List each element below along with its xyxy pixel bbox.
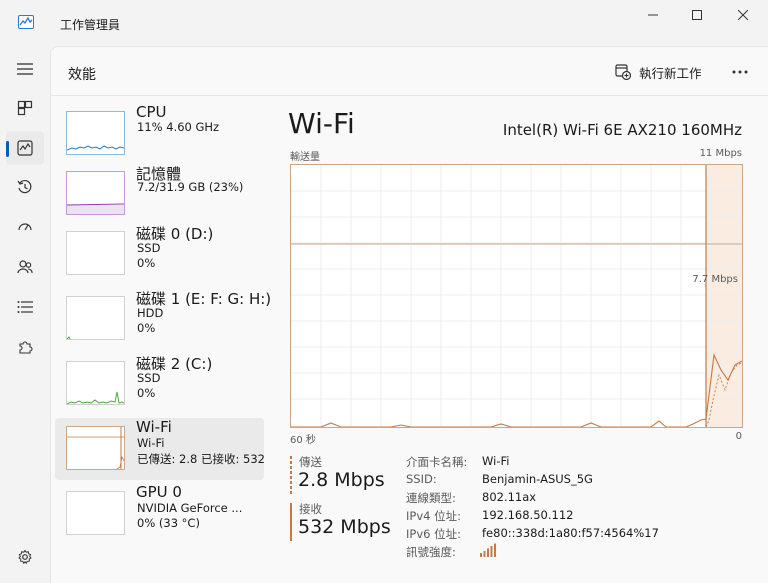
services-puzzle-icon: [19, 341, 33, 354]
active-indicator: [6, 141, 9, 157]
users-icon: [17, 260, 33, 274]
throughput-chart: 7.7 Mbps: [290, 164, 743, 428]
prop-value-ssid: Benjamin-ASUS_5G: [482, 472, 593, 486]
prop-value-connection-type: 802.11ax: [482, 490, 537, 504]
prop-label-connection-type: 連線類型:: [406, 491, 456, 505]
main-content: 效能 執行新工作 CPU 11% 4.60 GHz 記憶體 7.2/31.9 G…: [50, 46, 768, 583]
send-line: [291, 353, 743, 428]
resource-item-cpu[interactable]: CPU 11% 4.60 GHz: [55, 103, 264, 165]
maximize-button[interactable]: [674, 0, 720, 30]
prop-value-ipv4: 192.168.50.112: [482, 508, 574, 522]
close-icon: [738, 10, 748, 20]
close-button[interactable]: [720, 0, 766, 30]
title-bar: 工作管理員: [0, 0, 768, 46]
more-options-button[interactable]: [727, 59, 753, 85]
gear-icon: [18, 549, 32, 565]
minimize-button[interactable]: [630, 0, 676, 30]
nav-processes-button[interactable]: [6, 91, 44, 125]
prop-label-ipv4: IPv4 位址:: [406, 509, 461, 523]
hamburger-menu-button[interactable]: [6, 52, 44, 86]
memory-thumbnail-graph: [66, 171, 125, 215]
resource-item-disk-2[interactable]: 磁碟 2 (C:) SSD 0%: [55, 353, 264, 415]
hamburger-icon: [17, 63, 33, 75]
resource-item-gpu-0[interactable]: GPU 0 NVIDIA GeForce ... 0% (33 °C): [55, 483, 264, 545]
nav-app-history-button[interactable]: [6, 170, 44, 204]
run-task-icon: [615, 64, 631, 80]
resource-usage: 已傳送: 2.8 已接收: 532: [137, 452, 265, 466]
prop-value-ipv6: fe80::338d:1a80:f57:4564%17: [482, 526, 659, 540]
signal-strength-icon: [480, 543, 496, 557]
details-list-icon: [17, 301, 33, 313]
more-icon: [732, 70, 748, 74]
resource-item-wifi[interactable]: Wi-Fi Wi-Fi 已傳送: 2.8 已接收: 532: [55, 418, 265, 480]
prop-value-adapter-name: Wi-Fi: [482, 454, 510, 468]
resource-item-disk-0[interactable]: 磁碟 0 (D:) SSD 0%: [55, 223, 264, 285]
resource-item-memory[interactable]: 記憶體 7.2/31.9 GB (23%): [55, 163, 264, 225]
resource-type: HDD: [137, 306, 164, 320]
run-new-task-button[interactable]: 執行新工作: [615, 59, 702, 85]
resource-usage: 11% 4.60 GHz: [137, 120, 220, 134]
nav-services-button[interactable]: [6, 330, 44, 364]
throughput-chart-svg: [291, 165, 743, 428]
max-throughput-label: 11 Mbps: [699, 148, 742, 159]
resource-usage: 0%: [137, 321, 156, 335]
task-manager-app-icon: [18, 15, 34, 29]
prop-label-ipv6: IPv6 位址:: [406, 527, 461, 541]
disk-2-thumbnail-graph: [66, 361, 125, 405]
throughput-label: 輸送量: [290, 152, 320, 163]
minimize-icon: [648, 14, 658, 16]
header-divider: [51, 95, 768, 96]
axis-zero-label: 0: [735, 431, 742, 442]
send-value: 2.8 Mbps: [298, 469, 385, 491]
page-title: 效能: [68, 67, 96, 83]
resource-usage: 7.2/31.9 GB (23%): [137, 180, 244, 194]
disk-1-thumbnail-graph: [66, 296, 125, 340]
resource-name: CPU: [136, 103, 167, 121]
processes-icon: [17, 100, 33, 116]
resource-usage: 0% (33 °C): [137, 516, 200, 530]
prop-label-ssid: SSID:: [406, 472, 437, 486]
performance-icon: [17, 140, 33, 156]
receive-legend-bar: [290, 503, 292, 541]
detail-title: Wi-Fi: [288, 107, 355, 140]
window-title: 工作管理員: [60, 18, 121, 32]
time-span-label: 60 秒: [290, 435, 316, 446]
resource-type: SSD: [137, 241, 161, 255]
maximize-icon: [692, 10, 702, 20]
disk-0-thumbnail-graph: [66, 231, 125, 275]
nav-performance-button[interactable]: [6, 131, 44, 165]
adapter-name: Intel(R) Wi-Fi 6E AX210 160MHz: [502, 121, 742, 139]
navigation-rail: [0, 46, 50, 583]
resource-type: Wi-Fi: [137, 436, 165, 450]
prop-label-adapter-name: 介面卡名稱:: [406, 455, 468, 469]
run-task-label: 執行新工作: [639, 65, 702, 81]
resource-type: SSD: [137, 371, 161, 385]
receive-value: 532 Mbps: [298, 516, 391, 538]
history-icon: [17, 179, 32, 194]
startup-gauge-icon: [18, 223, 32, 231]
nav-users-button[interactable]: [6, 250, 44, 284]
receive-label: 接收: [299, 502, 322, 516]
wifi-thumbnail-graph: [66, 426, 125, 470]
resource-usage: 0%: [137, 386, 156, 400]
settings-button[interactable]: [6, 540, 44, 574]
prop-label-signal-strength: 訊號強度:: [406, 545, 456, 559]
send-legend-bar: [290, 456, 292, 494]
nav-details-button[interactable]: [6, 290, 44, 324]
mid-throughput-label: 7.7 Mbps: [692, 274, 738, 285]
resource-item-disk-1[interactable]: 磁碟 1 (E: F: G: H:) HDD 0%: [55, 288, 271, 350]
send-label: 傳送: [299, 455, 322, 469]
cpu-thumbnail-graph: [66, 111, 125, 155]
resource-type: NVIDIA GeForce ...: [137, 501, 243, 515]
nav-startup-apps-button[interactable]: [6, 210, 44, 244]
resource-name: Wi-Fi: [136, 418, 172, 436]
chart-grid: [291, 165, 742, 427]
resource-usage: 0%: [137, 256, 156, 270]
gpu-0-thumbnail-graph: [66, 491, 125, 535]
resource-name: GPU 0: [136, 483, 182, 501]
